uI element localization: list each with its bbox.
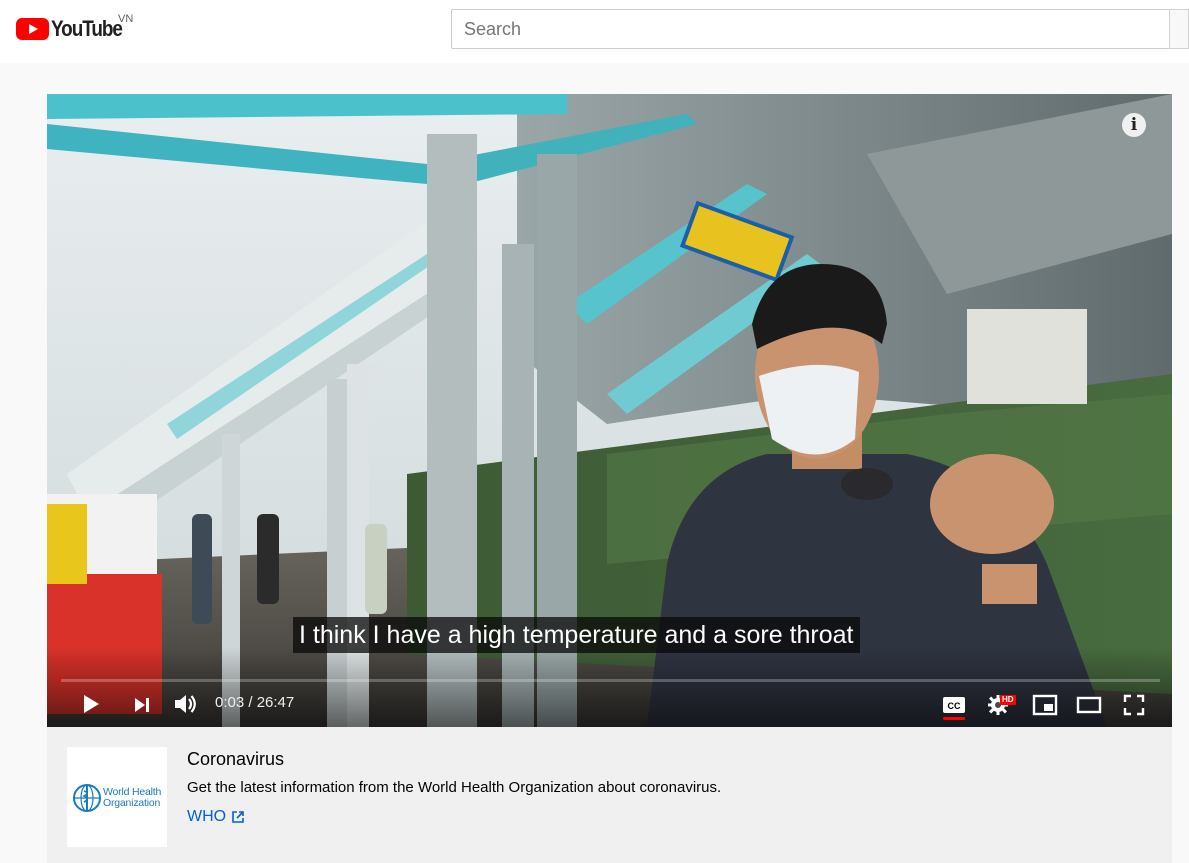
- external-link-icon: [232, 811, 244, 823]
- time-display: 0:03 / 26:47: [215, 694, 295, 711]
- who-link[interactable]: WHO: [187, 808, 245, 826]
- panel-title: Coronavirus: [187, 749, 285, 769]
- who-emblem-icon: [73, 784, 101, 812]
- info-card-icon[interactable]: i: [1122, 113, 1146, 137]
- next-icon[interactable]: [133, 696, 151, 714]
- logo-wordmark: YouTube: [51, 16, 123, 41]
- miniplayer-icon[interactable]: [1032, 694, 1058, 716]
- svg-text:CC: CC: [948, 701, 961, 711]
- who-logo: World Health Organization: [67, 747, 167, 847]
- youtube-play-logo-icon: [16, 18, 49, 40]
- logo-country-code: VN: [118, 13, 134, 25]
- search-button[interactable]: [1169, 9, 1189, 49]
- volume-icon[interactable]: [173, 692, 199, 716]
- theater-icon[interactable]: [1076, 696, 1102, 714]
- fullscreen-icon[interactable]: [1123, 694, 1145, 716]
- search-input[interactable]: [452, 10, 1171, 48]
- hd-badge: HD: [1000, 695, 1016, 705]
- clarification-panel: World Health Organization Coronavirus Ge…: [47, 727, 1172, 863]
- captions-active-indicator: [943, 717, 965, 720]
- video-player[interactable]: i I think I have a high temperature and …: [47, 94, 1172, 727]
- who-logo-text: World Health Organization: [103, 786, 162, 809]
- search-box: [451, 9, 1171, 49]
- progress-bar[interactable]: [59, 679, 1160, 682]
- play-icon[interactable]: [81, 694, 101, 714]
- cc-icon[interactable]: CC: [942, 696, 966, 714]
- masthead: YouTube VN: [0, 0, 1189, 63]
- youtube-logo[interactable]: YouTube VN: [16, 13, 133, 41]
- progress-bar-fill: [59, 679, 62, 682]
- panel-description: Get the latest information from the Worl…: [187, 779, 722, 796]
- who-link-label: WHO: [187, 808, 227, 825]
